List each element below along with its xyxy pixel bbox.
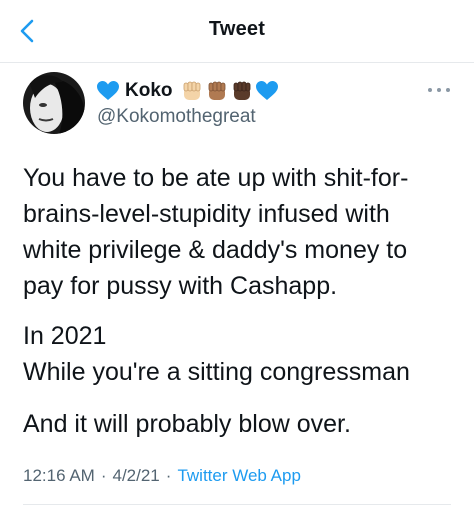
blue-heart-icon: [255, 81, 278, 100]
raised-fist-light-icon: [183, 81, 200, 100]
tweet-author: Koko @Kokomothegreat: [97, 78, 414, 128]
raised-fist-dark-icon: [233, 81, 250, 100]
more-dot: [428, 88, 432, 92]
author-name-row: Koko: [97, 78, 414, 104]
tweet-metadata: 12:16 AM · 4/2/21 · Twitter Web App: [23, 466, 301, 486]
divider: [23, 504, 451, 505]
tweet-text: You have to be ate up with shit-for-brai…: [23, 160, 453, 442]
more-dot: [446, 88, 450, 92]
tweet-paragraph: And it will probably blow over.: [23, 410, 351, 438]
top-navigation-bar: Tweet: [0, 0, 474, 63]
tweet-client-link[interactable]: Twitter Web App: [177, 466, 300, 486]
raised-fist-medium-icon: [208, 81, 225, 100]
tweet-date[interactable]: 4/2/21: [113, 466, 160, 486]
author-handle[interactable]: @Kokomothegreat: [97, 106, 414, 128]
meta-separator: ·: [165, 466, 172, 485]
author-display-name[interactable]: Koko: [125, 80, 173, 102]
blue-heart-icon: [97, 81, 119, 100]
more-dot: [437, 88, 441, 92]
more-options-icon[interactable]: [428, 86, 450, 94]
page-title: Tweet: [208, 18, 266, 40]
avatar[interactable]: [23, 72, 85, 134]
tweet-page: Tweet Koko @Kokomothegreat You have to b…: [0, 0, 474, 509]
tweet-paragraph: You have to be ate up with shit-for-brai…: [23, 164, 409, 300]
tweet-time[interactable]: 12:16 AM: [23, 466, 95, 486]
avatar-image: [23, 72, 85, 134]
meta-separator: ·: [100, 466, 107, 485]
tweet-paragraph: In 2021 While you're a sitting congressm…: [23, 322, 410, 386]
